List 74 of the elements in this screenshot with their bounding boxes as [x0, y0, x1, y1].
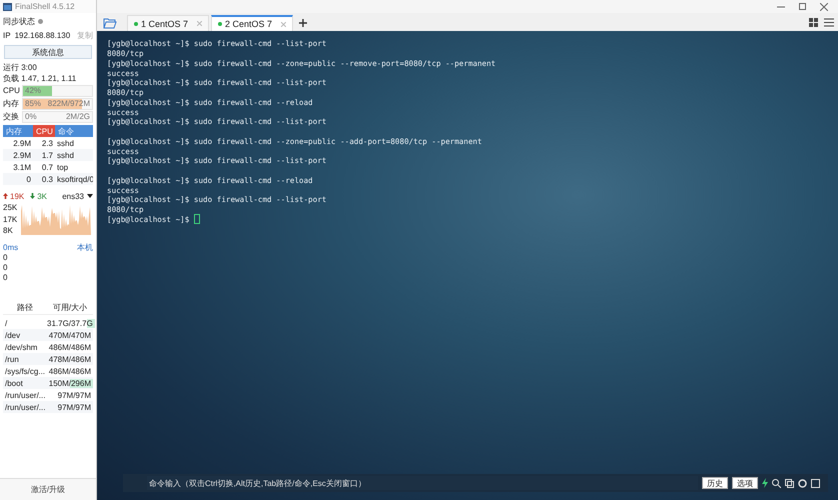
table-cell-text: /run/user/...	[4, 390, 46, 400]
table-cell-text: /dev/shm	[4, 342, 38, 352]
table-cell: 31.7G/37.7G	[47, 318, 95, 328]
upload-rate: 19K	[10, 192, 24, 200]
column-header[interactable]: 路径	[3, 301, 47, 314]
table-cell-text: 97M/97M	[56, 390, 92, 400]
folder-icon[interactable]	[103, 18, 117, 29]
interface-name: ens33	[62, 192, 84, 200]
table-cell-text: /boot	[4, 378, 24, 388]
window-icon[interactable]	[811, 478, 820, 488]
meter-label: 交换	[3, 111, 19, 122]
system-info-button[interactable]: 系统信息	[4, 45, 92, 59]
meter-bar: 42%	[22, 84, 93, 96]
table-cell-text: /	[4, 318, 8, 328]
table-cell-text: /run/user/...	[4, 402, 46, 412]
column-header[interactable]: CPU	[33, 125, 55, 137]
table-cell-text: 470M/470M	[48, 330, 92, 340]
host-label: 本机	[77, 242, 93, 252]
down-arrow-icon	[30, 193, 36, 199]
session-tab[interactable]: 1 CentOS 7	[127, 15, 210, 31]
axis-label: 8K	[3, 226, 14, 235]
latency-reading: 0ms	[3, 242, 18, 252]
settings-icon[interactable]	[798, 478, 807, 488]
table-cell-text: 97M/97M	[56, 402, 92, 412]
table-cell-text: /sys/fs/cg...	[4, 366, 46, 376]
search-icon[interactable]	[772, 478, 781, 488]
add-tab-icon[interactable]	[299, 19, 308, 27]
table-cell-text: 150M/296M	[48, 378, 93, 388]
table-cell-text: 486M/486M	[48, 366, 92, 376]
axis-label: 0	[3, 273, 8, 283]
grid-view-icon[interactable]	[809, 18, 818, 27]
axis-label: 25K	[3, 203, 18, 212]
status-dot-icon	[38, 18, 43, 24]
sync-status-label: 同步状态	[3, 16, 35, 26]
app-logo-icon	[3, 2, 12, 10]
table-cell-text: sshd	[56, 150, 75, 160]
axis-label: 0	[3, 253, 8, 263]
session-tab[interactable]: 2 CentOS 7	[211, 15, 294, 31]
axis-label: 17K	[3, 214, 18, 224]
command-bar-button[interactable]: 历史	[702, 477, 728, 489]
close-icon[interactable]	[820, 2, 828, 10]
table-cell-text: 2.9M	[12, 138, 32, 148]
axis-label: 0	[3, 263, 8, 273]
lightning-icon[interactable]	[762, 478, 768, 488]
load-text: 负载 1.47, 1.21, 1.11	[3, 73, 76, 84]
menu-icon[interactable]	[824, 18, 834, 27]
table-cell-text: 3.1M	[12, 162, 32, 172]
command-bar-button[interactable]: 选项	[732, 477, 758, 489]
table-cell-text: top	[56, 162, 70, 172]
table-cell-text: /dev	[4, 330, 22, 340]
maximize-icon[interactable]	[799, 3, 806, 10]
table-cell-text: 2.9M	[12, 150, 32, 160]
column-header[interactable]: 可用/大小	[47, 301, 93, 314]
dropdown-caret-icon[interactable]	[87, 194, 93, 198]
uptime-text: 运行 3:00	[3, 62, 37, 73]
ip-address: 192.168.88.130	[14, 31, 70, 40]
copy-icon[interactable]	[785, 478, 794, 488]
table-cell-text: 486M/486M	[48, 342, 92, 352]
table-cell-text: 0	[26, 174, 32, 184]
table-cell-text: 2.3	[40, 138, 54, 148]
table-cell-text: 0.7	[40, 162, 54, 172]
activate-upgrade-button[interactable]: 激活/升级	[0, 478, 96, 500]
ip-label: IP	[3, 31, 11, 40]
table-cell-text: /run	[4, 354, 20, 364]
table-cell-text: 0.3	[40, 174, 54, 184]
meter-label: CPU	[3, 86, 19, 95]
table-cell-text: sshd	[56, 138, 75, 148]
meter-label: 内存	[3, 98, 19, 109]
table-cell-text: 478M/486M	[48, 354, 92, 364]
up-arrow-icon	[3, 193, 8, 199]
table-cell-text: 1.7	[40, 150, 54, 160]
meter-bar: 0% 2M/2G	[22, 110, 93, 122]
window-title: FinalShell 4.5.12	[15, 2, 75, 11]
download-rate: 3K	[37, 192, 48, 200]
